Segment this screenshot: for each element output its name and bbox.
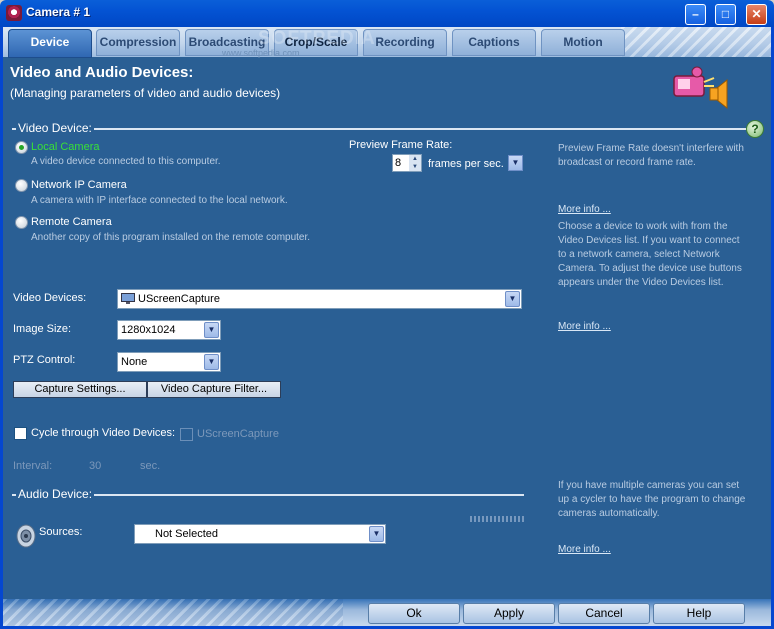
local-camera-label[interactable]: Local Camera [31, 141, 99, 153]
radio-remote-camera[interactable] [15, 216, 28, 229]
interval-label: Interval: [13, 460, 53, 472]
tab-device[interactable]: Device [8, 29, 92, 58]
tab-captions[interactable]: Captions [452, 29, 536, 56]
video-devices-value: UScreenCapture [138, 293, 220, 305]
radio-local-camera[interactable] [15, 141, 28, 154]
local-camera-desc: A video device connected to this compute… [31, 156, 221, 167]
title-bar: Camera # 1 – □ ✕ [0, 0, 774, 27]
cycle-device-label: UScreenCapture [197, 428, 279, 440]
ptz-control-value: None [121, 356, 148, 368]
video-capture-filter-button[interactable]: Video Capture Filter... [147, 381, 281, 398]
page-title: Video and Audio Devices: [10, 64, 194, 81]
more-info-link-3[interactable]: More info ... [558, 544, 611, 555]
capture-settings-button[interactable]: Capture Settings... [13, 381, 147, 398]
chevron-down-icon[interactable]: ▼ [369, 526, 384, 542]
video-device-group-label: Video Device: [16, 121, 94, 135]
audio-level-meter [470, 516, 526, 522]
ok-button[interactable]: Ok [368, 603, 460, 624]
video-group-divider [12, 128, 752, 130]
video-devices-label: Video Devices: [13, 292, 87, 304]
frame-rate-dropdown-button[interactable]: ▼ [508, 155, 523, 171]
image-size-label: Image Size: [13, 323, 72, 335]
maximize-button[interactable]: □ [715, 4, 736, 25]
camera-speaker-icon [673, 66, 728, 110]
image-size-select[interactable]: 1280x1024 ▼ [117, 320, 221, 340]
remote-camera-label[interactable]: Remote Camera [31, 216, 112, 228]
cycle-device-checkbox[interactable] [180, 428, 193, 441]
ptz-control-select[interactable]: None ▼ [117, 352, 221, 372]
radio-network-ip-camera[interactable] [15, 179, 28, 192]
audio-device-group-label: Audio Device: [16, 487, 95, 501]
audio-sources-select[interactable]: Not Selected ▼ [134, 524, 386, 544]
softpedia-watermark-logo: SOFTPEDIA [258, 28, 376, 49]
cycle-devices-checkbox[interactable] [14, 427, 27, 440]
sources-label: Sources: [39, 526, 83, 538]
cycle-devices-label[interactable]: Cycle through Video Devices: [31, 427, 175, 439]
apply-button[interactable]: Apply [463, 603, 555, 624]
help-text-frame-rate: Preview Frame Rate doesn't interfere wit… [558, 143, 744, 168]
tab-compression[interactable]: Compression [96, 29, 180, 56]
softpedia-watermark: www.softpedia.com [222, 48, 300, 58]
remote-camera-desc: Another copy of this program installed o… [31, 232, 311, 243]
video-devices-select[interactable]: UScreenCapture ▼ [117, 289, 522, 309]
close-button[interactable]: ✕ [746, 4, 767, 25]
tab-strip-decoration [621, 27, 771, 57]
interval-unit-label: sec. [140, 460, 161, 472]
chevron-down-icon[interactable]: ▼ [204, 354, 219, 370]
more-info-link-2[interactable]: More info ... [558, 321, 611, 332]
cancel-button[interactable]: Cancel [558, 603, 650, 624]
window-title: Camera # 1 [26, 5, 91, 19]
network-ip-camera-label[interactable]: Network IP Camera [31, 179, 127, 191]
help-text-cycler: If you have multiple cameras you can set… [558, 480, 746, 519]
frames-per-sec-label: frames per sec. [428, 158, 504, 170]
page-subtitle: (Managing parameters of video and audio … [10, 86, 281, 100]
tab-motion[interactable]: Motion [541, 29, 625, 56]
audio-sources-value: Not Selected [155, 528, 218, 540]
bottom-bar-decoration [3, 599, 343, 626]
network-ip-camera-desc: A camera with IP interface connected to … [31, 195, 288, 206]
screen-device-icon [121, 293, 135, 304]
speaker-icon [16, 524, 36, 548]
image-size-value: 1280x1024 [121, 324, 176, 336]
preview-frame-rate-label: Preview Frame Rate: [349, 139, 453, 151]
preview-frame-rate-value: 8 [395, 157, 402, 169]
help-icon[interactable]: ? [746, 120, 764, 138]
chevron-down-icon[interactable]: ▼ [204, 322, 219, 338]
ptz-control-label: PTZ Control: [13, 354, 76, 366]
camera-app-icon [6, 5, 22, 21]
interval-input[interactable]: 30 [89, 460, 101, 472]
spin-arrows-icon[interactable]: ▲ ▼ [409, 155, 421, 171]
chevron-down-icon[interactable]: ▼ [505, 291, 520, 307]
help-button[interactable]: Help [653, 603, 745, 624]
more-info-link-1[interactable]: More info ... [558, 204, 611, 215]
minimize-button[interactable]: – [685, 4, 706, 25]
help-text-video-devices: Choose a device to work with from the Vi… [558, 221, 742, 288]
preview-frame-rate-stepper[interactable]: 8 ▲ ▼ [392, 154, 422, 172]
